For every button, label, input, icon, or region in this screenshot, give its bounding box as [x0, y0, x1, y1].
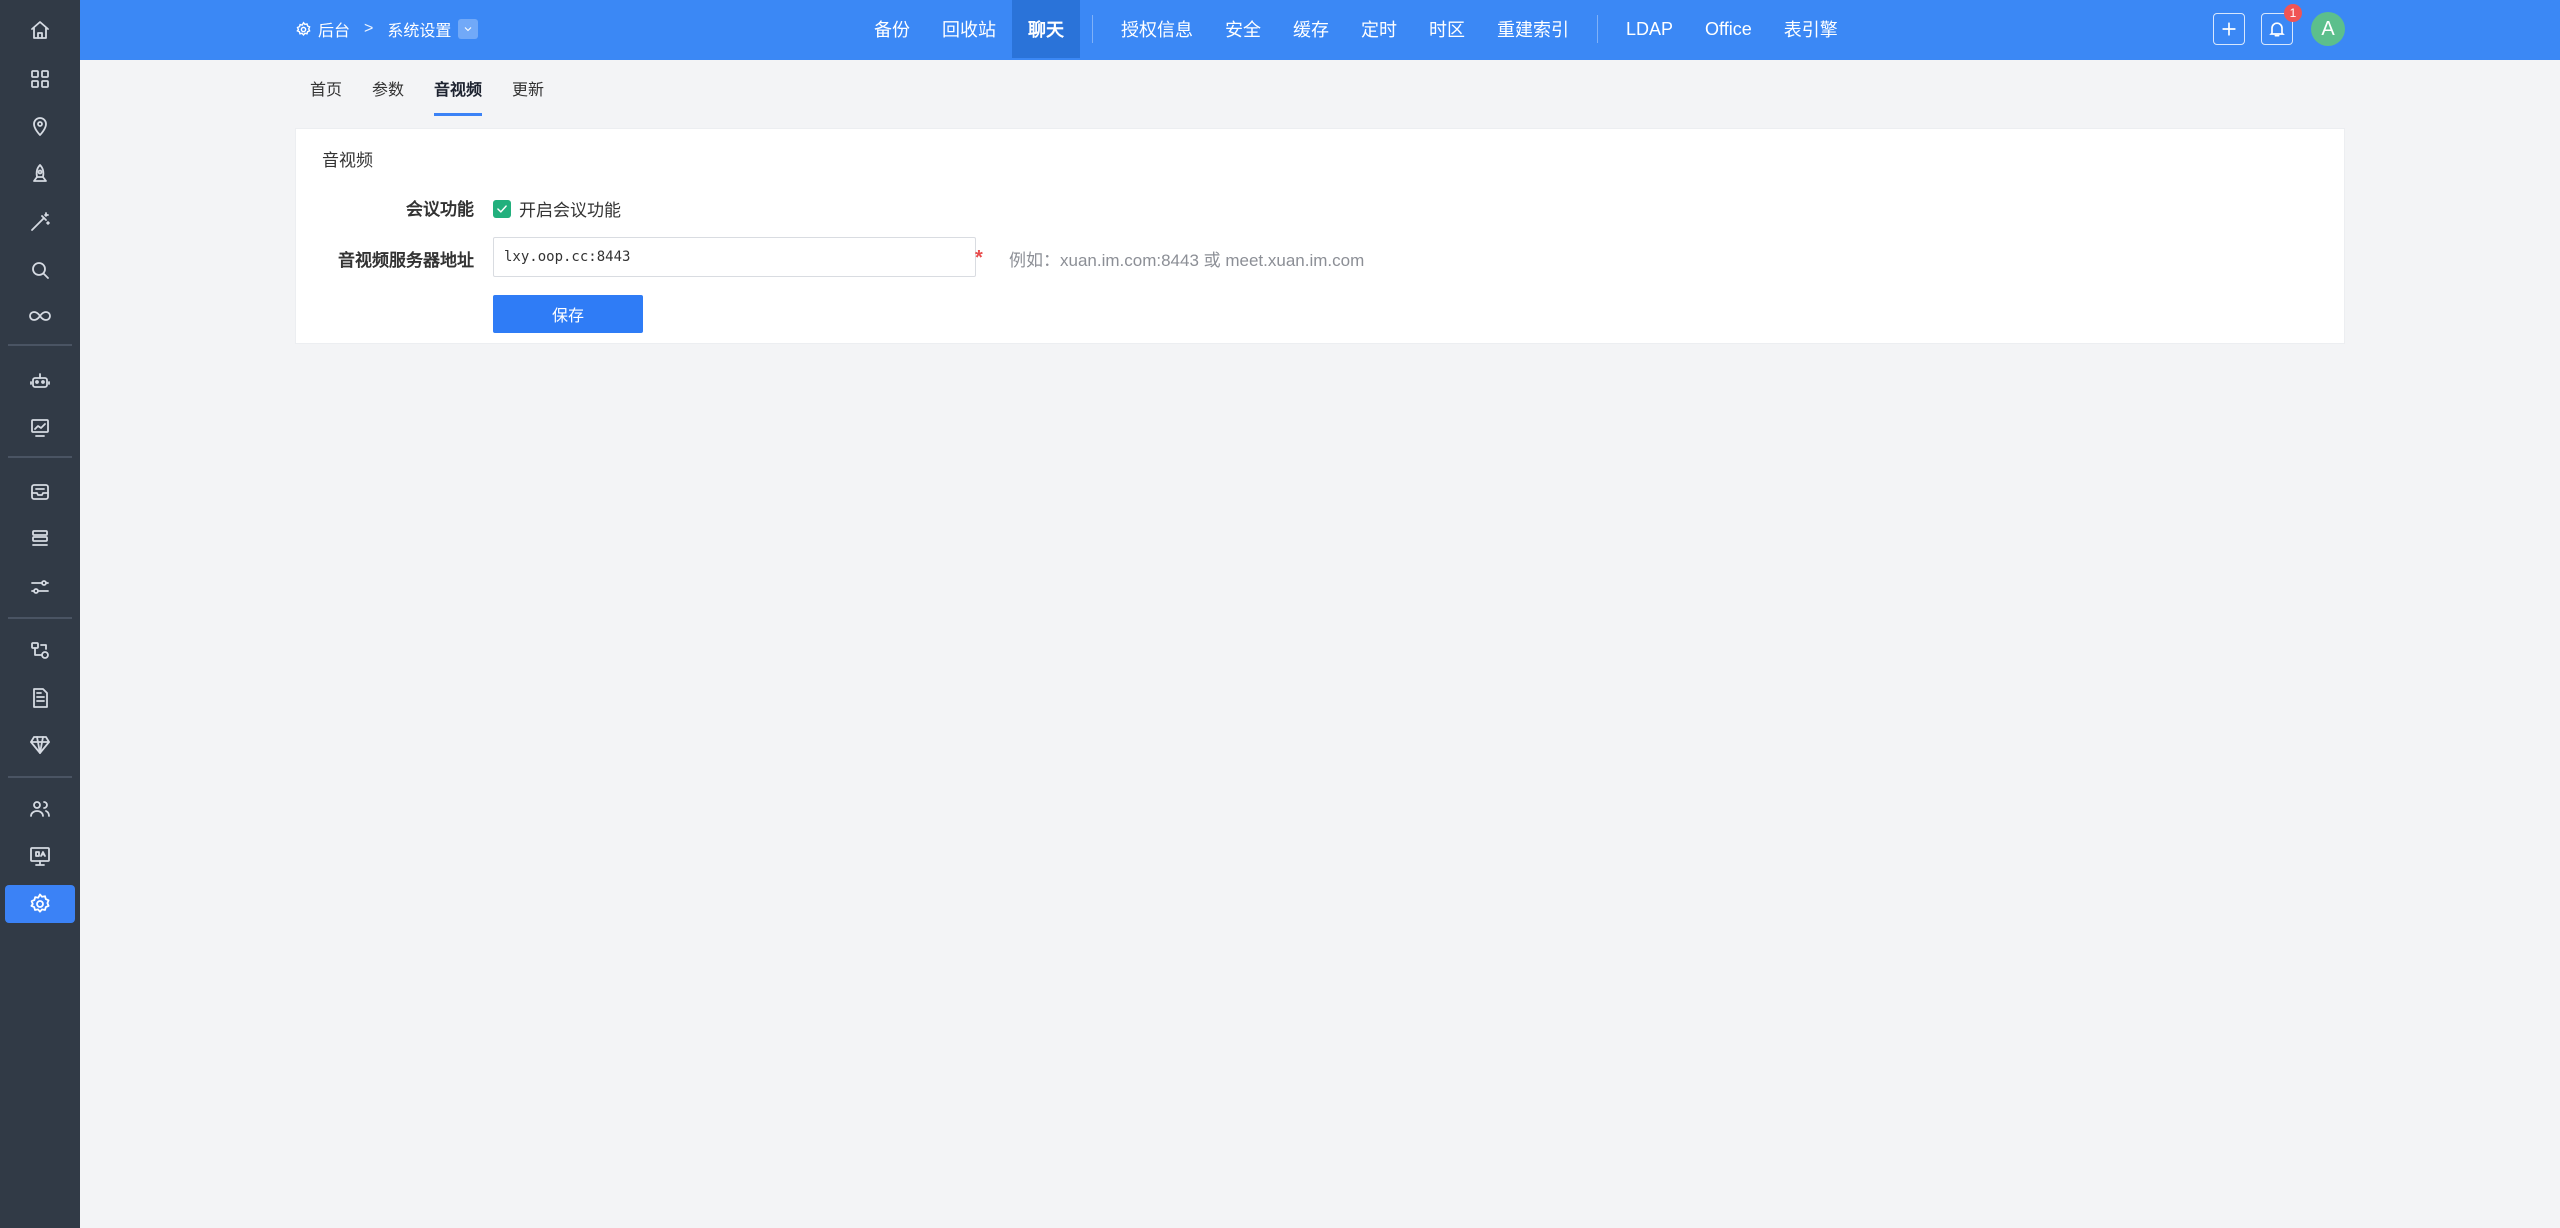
nav-chat[interactable]: 聊天	[1012, 0, 1080, 58]
server-address-input[interactable]	[493, 237, 976, 277]
sidebar-item-wand[interactable]	[5, 203, 75, 241]
nav-license-info[interactable]: 授权信息	[1105, 0, 1209, 58]
tab-audio-video[interactable]: 音视频	[419, 60, 497, 116]
magic-wand-icon	[31, 212, 50, 231]
tab-home[interactable]: 首页	[295, 60, 357, 116]
sidebar-item-inbox[interactable]	[5, 473, 75, 511]
sidebar	[0, 0, 80, 1228]
sidebar-item-layers[interactable]	[5, 520, 75, 558]
flow-chart-icon	[31, 642, 49, 659]
gear-icon	[295, 21, 318, 38]
top-nav: 备份 回收站 聊天 授权信息 安全 缓存 定时 时区 重建索引 LDAP Off…	[858, 0, 1854, 58]
sidebar-item-robot[interactable]	[5, 362, 75, 400]
sidebar-item-infinity[interactable]	[5, 297, 75, 335]
sidebar-divider	[8, 456, 72, 458]
sidebar-item-rocket[interactable]	[5, 155, 75, 193]
sidebar-item-qa[interactable]	[5, 837, 75, 875]
chevron-down-icon[interactable]	[458, 19, 479, 39]
nav-cron[interactable]: 定时	[1345, 0, 1413, 58]
breadcrumb-root[interactable]: 后台	[318, 17, 350, 41]
notifications-button[interactable]: 1	[2261, 4, 2302, 45]
search-icon	[32, 262, 49, 279]
tab-parameters[interactable]: 参数	[357, 60, 419, 116]
checkbox-checked-icon[interactable]	[493, 199, 511, 218]
presentation-chart-icon	[31, 419, 49, 437]
diamond-icon	[30, 736, 50, 754]
required-mark: *	[975, 247, 983, 269]
home-icon	[31, 21, 49, 39]
sidebar-item-document[interactable]	[5, 679, 75, 717]
users-icon	[30, 801, 50, 817]
sidebar-item-sliders[interactable]	[5, 568, 75, 606]
top-bar-actions: 1 A	[2197, 0, 2345, 58]
nav-ldap[interactable]: LDAP	[1610, 0, 1689, 58]
sidebar-divider	[8, 776, 72, 778]
nav-backup[interactable]: 备份	[858, 0, 926, 58]
infinity-icon	[29, 311, 51, 321]
nav-office[interactable]: Office	[1689, 0, 1768, 58]
sidebar-item-settings[interactable]	[5, 885, 75, 923]
add-button[interactable]	[2213, 13, 2245, 45]
nav-timezone[interactable]: 时区	[1413, 0, 1481, 58]
sidebar-item-home[interactable]	[5, 11, 75, 49]
server-address-label: 音视频服务器地址	[338, 251, 474, 270]
sidebar-item-location[interactable]	[5, 107, 75, 145]
save-button[interactable]: 保存	[493, 295, 643, 333]
nav-security[interactable]: 安全	[1209, 0, 1277, 58]
layers-stack-icon	[32, 530, 48, 546]
breadcrumb: 后台 > 系统设置	[295, 0, 479, 58]
meeting-label: 会议功能	[406, 200, 474, 219]
tab-update[interactable]: 更新	[497, 60, 559, 116]
sidebar-divider	[8, 344, 72, 346]
rocket-icon	[33, 164, 47, 182]
nav-cache[interactable]: 缓存	[1277, 0, 1345, 58]
avatar[interactable]: A	[2311, 12, 2345, 46]
nav-divider	[1092, 15, 1093, 43]
nav-divider	[1597, 15, 1598, 43]
sidebar-item-users[interactable]	[5, 790, 75, 828]
location-pin-icon	[33, 117, 47, 136]
settings-tabs: 首页 参数 音视频 更新	[295, 60, 559, 116]
apps-grid-icon	[31, 70, 49, 88]
sidebar-item-search[interactable]	[5, 251, 75, 289]
robot-icon	[30, 373, 50, 388]
sidebar-divider	[8, 617, 72, 619]
inbox-tray-icon	[31, 484, 49, 500]
meeting-checkbox-label: 开启会议功能	[519, 201, 621, 220]
plus-icon	[2222, 22, 2236, 36]
breadcrumb-current[interactable]: 系统设置	[387, 17, 451, 41]
document-icon	[33, 688, 48, 708]
chevron-right-icon: >	[364, 20, 374, 37]
audio-video-settings-card: 音视频 会议功能 开启会议功能 音视频服务器地址 * 例如：xuan.im.co…	[295, 128, 2345, 344]
notification-badge: 1	[2284, 4, 2302, 22]
nav-rebuild-index[interactable]: 重建索引	[1481, 0, 1585, 58]
sliders-icon	[31, 580, 49, 594]
server-address-hint: 例如：xuan.im.com:8443 或 meet.xuan.im.com	[1009, 251, 1365, 270]
sidebar-item-flow[interactable]	[5, 632, 75, 670]
nav-recycle-bin[interactable]: 回收站	[926, 0, 1012, 58]
top-bar: 后台 > 系统设置 备份 回收站 聊天 授权信息 安全 缓存 定时 时区 重建索…	[80, 0, 2560, 60]
nav-table-engine[interactable]: 表引擎	[1768, 0, 1854, 58]
sidebar-item-presentation[interactable]	[5, 409, 75, 447]
sidebar-item-diamond[interactable]	[5, 726, 75, 764]
qa-monitor-icon	[30, 847, 50, 866]
meeting-checkbox[interactable]: 开启会议功能	[493, 196, 621, 221]
sidebar-item-apps[interactable]	[5, 60, 75, 98]
bell-icon	[2269, 22, 2285, 37]
card-title: 音视频	[322, 151, 373, 170]
gear-icon	[30, 893, 50, 913]
